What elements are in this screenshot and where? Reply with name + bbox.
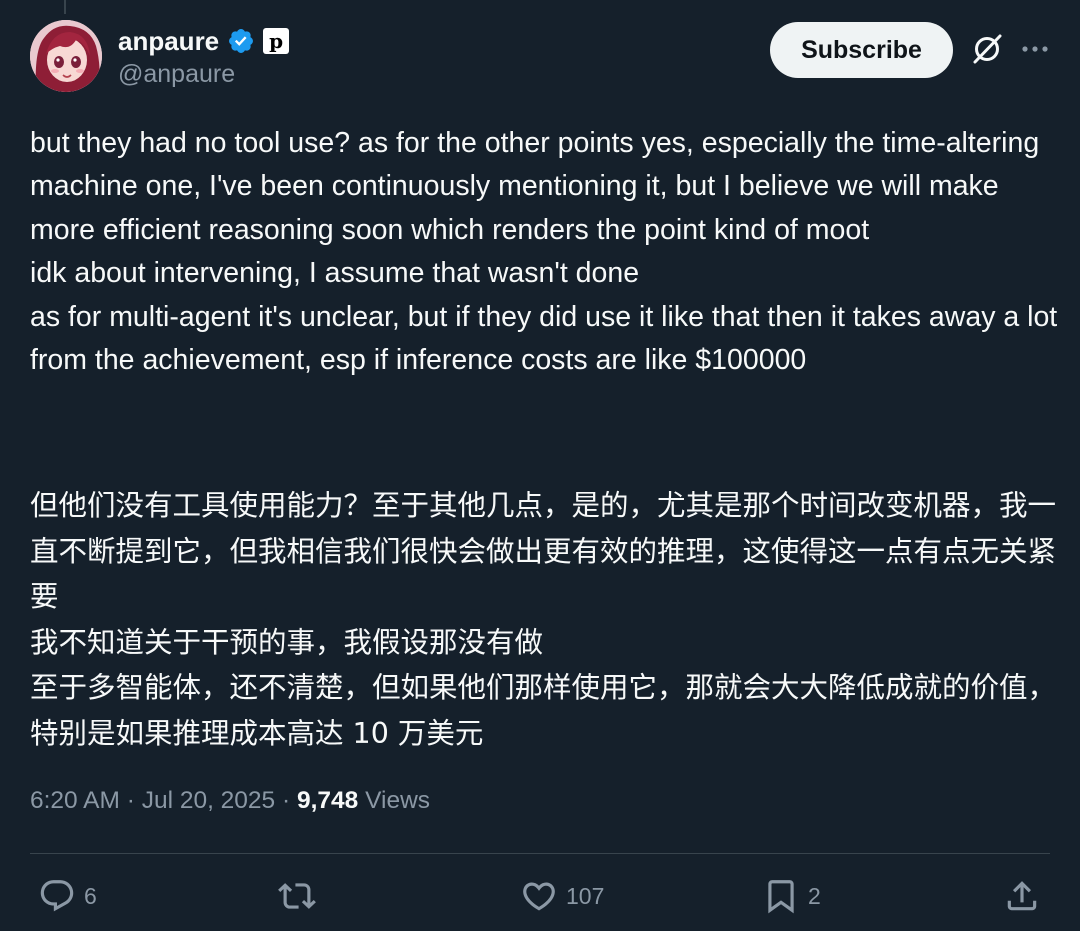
reply-icon — [40, 880, 74, 912]
avatar[interactable] — [30, 20, 102, 92]
reply-count: 6 — [84, 882, 97, 909]
views-count: 9,748 — [296, 787, 359, 814]
author-handle[interactable]: @anpaure — [118, 60, 235, 89]
tweet-time[interactable]: 6:20 AM — [30, 787, 120, 814]
author-name-row: anpaure p — [118, 24, 290, 58]
grok-icon[interactable] — [970, 32, 1004, 66]
share-icon — [1007, 881, 1037, 911]
display-name[interactable]: anpaure — [118, 26, 219, 57]
avatar-image — [30, 20, 102, 92]
tweet-text: but they had no tool use? as for the oth… — [30, 127, 1058, 377]
tweet-meta: 6:20 AM · Jul 20, 2025 · 9,748 Views — [30, 787, 430, 815]
retweet-icon — [278, 883, 316, 909]
retweet-button[interactable] — [278, 874, 324, 918]
verified-badge-icon[interactable] — [227, 27, 255, 55]
tweet-translation: 但他们没有工具使用能力？至于其他几点，是的，尤其是那个时间改变机器，我一直不断提… — [30, 489, 1057, 750]
reply-button[interactable]: 6 — [38, 874, 97, 918]
meta-separator: · — [282, 787, 291, 814]
tweet-date[interactable]: Jul 20, 2025 — [142, 787, 276, 814]
bookmark-button[interactable]: 2 — [762, 874, 821, 918]
bookmark-icon — [768, 880, 794, 914]
tweet-header: anpaure p @anpaure Subscribe — [30, 20, 1050, 100]
heart-icon — [523, 882, 555, 911]
divider — [30, 853, 1050, 854]
bookmark-count: 2 — [808, 882, 821, 909]
affiliate-badge[interactable]: p — [263, 28, 290, 54]
share-button[interactable] — [1003, 874, 1041, 918]
more-icon[interactable] — [1020, 34, 1050, 64]
subscribe-button[interactable]: Subscribe — [770, 22, 953, 78]
thread-connector-line — [64, 0, 66, 14]
like-button[interactable]: 107 — [520, 874, 604, 918]
views-label: Views — [365, 787, 431, 814]
like-count: 107 — [566, 882, 605, 909]
meta-separator: · — [126, 787, 135, 814]
